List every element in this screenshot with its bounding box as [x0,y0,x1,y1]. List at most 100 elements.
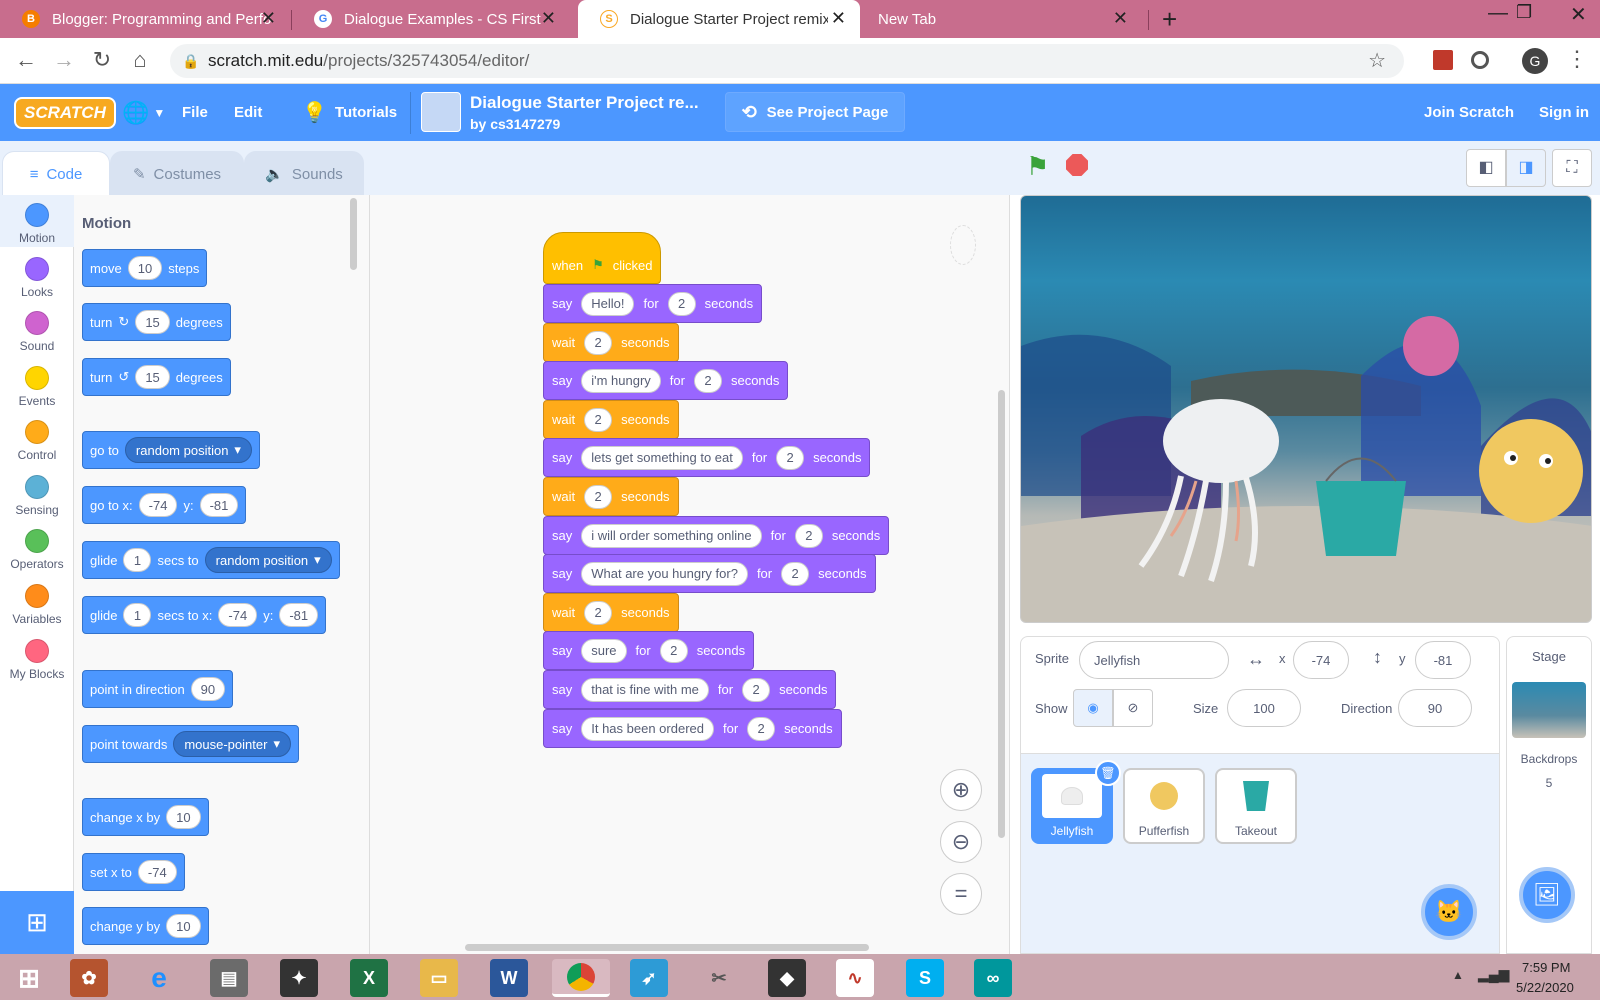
go-to-block[interactable]: go to random position ▾ [82,431,260,469]
sprite-tile-jellyfish[interactable]: Jellyfish 🗑 [1031,760,1121,844]
zoom-reset-button[interactable]: = [940,873,982,915]
clock-date[interactable]: 5/22/2020 [1516,980,1574,995]
change-y-block[interactable]: change y by 10 [82,907,209,945]
see-project-page-button[interactable]: ⟲ See Project Page [725,92,905,132]
seconds-input[interactable]: 2 [794,523,823,548]
edit-menu[interactable]: Edit [234,84,262,141]
wait-seconds-block[interactable]: wait 2 seconds [543,593,679,632]
tab-sounds[interactable]: 🔈 Sounds [244,151,364,196]
stage-target-pane[interactable]: Stage Backdrops 5 🖼 [1506,636,1592,954]
say-text-input[interactable]: i will order something online [581,523,762,548]
language-menu[interactable]: 🌐 ▼ [122,84,165,141]
seconds-input[interactable]: 2 [584,407,613,432]
say-text-input[interactable]: What are you hungry for? [581,561,748,586]
category-sound[interactable]: Sound [0,311,74,353]
extension-icon[interactable] [1471,51,1489,69]
paint-app-icon[interactable]: ✦ [280,959,318,997]
file-menu[interactable]: File [182,84,208,141]
say-for-seconds-block[interactable]: say i'm hungry for 2 seconds [543,361,789,400]
say-for-seconds-block[interactable]: say lets get something to eat for 2 seconds [543,438,871,477]
join-scratch-link[interactable]: Join Scratch [1424,84,1514,141]
sprite-name-field[interactable]: Jellyfish [1079,641,1229,679]
reload-icon[interactable]: ↻ [88,46,116,74]
when-flag-clicked-block[interactable]: when ⚑ clicked [543,232,662,284]
say-text-input[interactable]: Hello! [581,291,635,316]
category-variables[interactable]: Variables [0,584,74,626]
close-icon[interactable]: ✕ [261,8,276,29]
say-text-input[interactable]: i'm hungry [581,368,661,393]
word-icon[interactable]: W [490,959,528,997]
category-motion[interactable]: Motion [0,203,74,245]
window-close-icon[interactable]: ✕ [1570,2,1587,27]
seconds-input[interactable]: 2 [584,330,613,355]
turn-left-block[interactable]: turn ↺ 15 degrees [82,358,231,396]
point-towards-block[interactable]: point towards mouse-pointer ▾ [82,725,299,763]
add-sprite-button[interactable]: 🐱 [1421,884,1477,940]
star-icon[interactable]: ☆ [1368,44,1386,78]
size-field[interactable]: 100 [1227,689,1301,727]
project-title[interactable]: Dialogue Starter Project re... [470,93,699,113]
move-steps-block[interactable]: move 10 steps [82,249,208,287]
say-for-seconds-block[interactable]: say What are you hungry for? for 2 seconds [543,554,876,593]
zoom-in-button[interactable]: ⊕ [940,769,982,811]
seconds-input[interactable]: 2 [659,638,688,663]
tutorials-menu[interactable]: 💡 Tutorials [302,84,397,141]
y-field[interactable]: -81 [1415,641,1471,679]
category-looks[interactable]: Looks [0,257,74,299]
tab-scratch-project[interactable]: S Dialogue Starter Project remix or ✕ [578,0,860,38]
tab-dialogue-examples[interactable]: G Dialogue Examples - CS First ✕ [292,0,570,38]
back-icon[interactable]: ← [12,46,40,74]
tab-new-tab[interactable]: New Tab ✕ [862,0,1142,38]
stage-canvas[interactable] [1020,195,1592,623]
profile-avatar[interactable]: G [1522,48,1548,74]
seconds-input[interactable]: 2 [776,445,805,470]
glide-xy-block[interactable]: glide 1 secs to x: -74 y: -81 [82,596,327,634]
say-for-seconds-block[interactable]: say Hello! for 2 seconds [543,284,763,323]
say-text-input[interactable]: that is fine with me [581,677,709,702]
seconds-input[interactable]: 2 [747,716,776,741]
say-text-input[interactable]: sure [581,638,627,663]
sprite-tile-takeout[interactable]: Takeout [1215,768,1297,844]
turn-right-block[interactable]: turn ↻ 15 degrees [82,303,231,341]
pdf-extension-icon[interactable] [1433,50,1453,70]
close-icon[interactable]: ✕ [541,8,556,29]
green-flag-icon[interactable]: ⚑ [1026,151,1049,182]
normal-stage-button[interactable]: ◨ [1506,149,1546,187]
url-field[interactable]: 🔒 scratch.mit.edu/projects/325743054/edi… [170,44,1404,78]
workspace-vertical-scrollbar[interactable] [998,390,1005,838]
say-text-input[interactable]: lets get something to eat [581,445,743,470]
tab-blogger[interactable]: B Blogger: Programming and Perfo ✕ [0,0,290,38]
wait-seconds-block[interactable]: wait 2 seconds [543,477,679,516]
clock-time[interactable]: 7:59 PM [1522,960,1570,975]
graph-app-icon[interactable]: ∿ [836,959,874,997]
close-icon[interactable]: ✕ [831,8,846,29]
arduino-icon[interactable]: ∞ [974,959,1012,997]
excel-icon[interactable]: X [350,959,388,997]
add-extension-button[interactable]: ⊞ [0,891,74,954]
x-field[interactable]: -74 [1293,641,1349,679]
fullscreen-button[interactable]: ⛶ [1552,149,1592,187]
go-to-xy-block[interactable]: go to x: -74 y: -81 [82,486,247,524]
taskbar-app-icon[interactable]: ✿ [70,959,108,997]
workspace-horizontal-scrollbar[interactable] [465,944,869,951]
home-icon[interactable]: ⌂ [126,46,154,74]
seconds-input[interactable]: 2 [781,561,810,586]
rocket-app-icon[interactable]: ➶ [630,959,668,997]
add-backdrop-button[interactable]: 🖼 [1519,867,1575,923]
category-sensing[interactable]: Sensing [0,475,74,517]
seconds-input[interactable]: 2 [584,484,613,509]
seconds-input[interactable]: 2 [742,677,771,702]
wait-seconds-block[interactable]: wait 2 seconds [543,323,679,362]
seconds-input[interactable]: 2 [693,368,722,393]
zoom-out-button[interactable]: ⊖ [940,821,982,863]
wait-seconds-block[interactable]: wait 2 seconds [543,400,679,439]
internet-explorer-icon[interactable]: e [140,959,178,997]
say-text-input[interactable]: It has been ordered [581,716,714,741]
printer-icon[interactable]: ▤ [210,959,248,997]
sign-in-link[interactable]: Sign in [1539,84,1589,141]
file-explorer-icon[interactable]: ▭ [420,959,458,997]
say-for-seconds-block[interactable]: say that is fine with me for 2 seconds [543,670,837,709]
network-icon[interactable]: ▂▄▆ [1478,966,1509,983]
say-for-seconds-block[interactable]: say sure for 2 seconds [543,631,755,670]
seconds-input[interactable]: 2 [584,600,613,625]
